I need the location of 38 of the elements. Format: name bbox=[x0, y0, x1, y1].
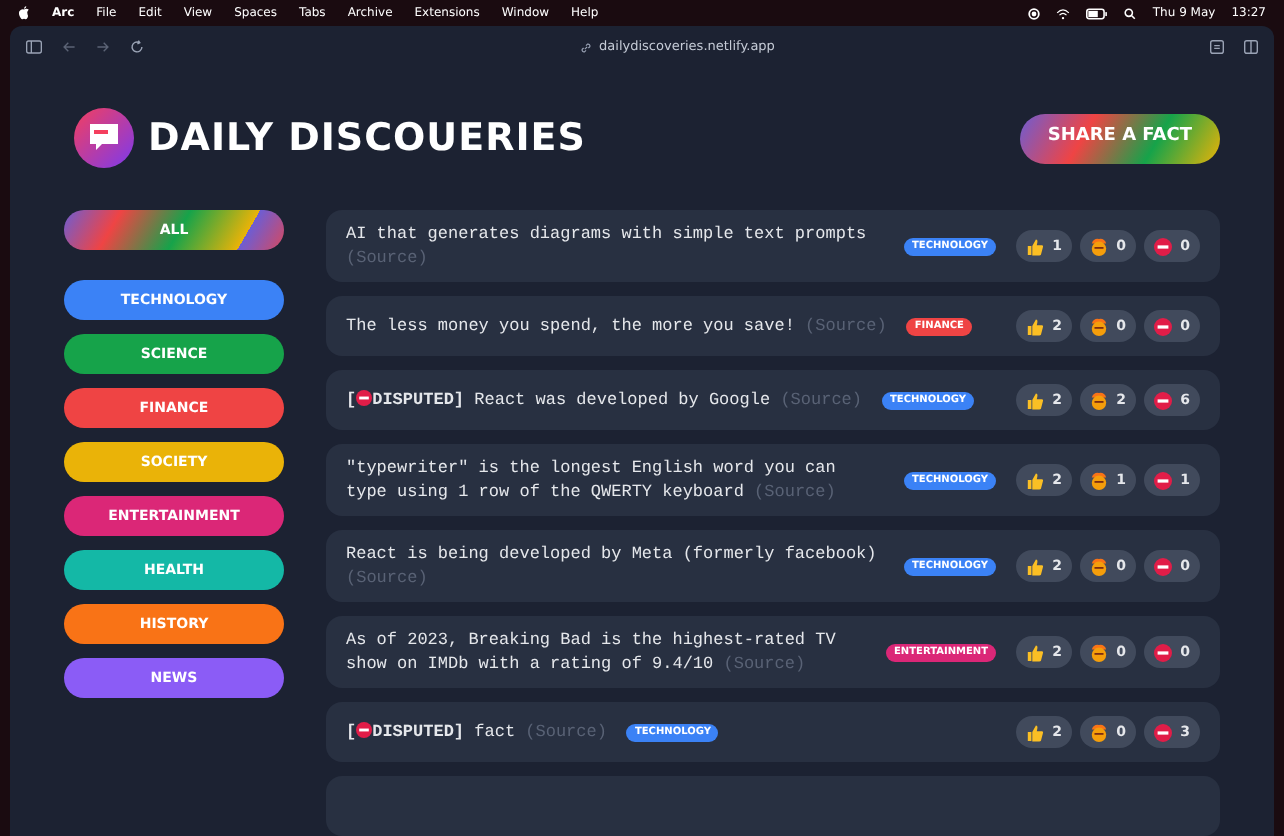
share-fact-button[interactable]: SHARE A FACT bbox=[1019, 113, 1220, 163]
no-entry-icon bbox=[1154, 643, 1173, 661]
wifi-icon[interactable] bbox=[1056, 7, 1071, 19]
no-entry-icon bbox=[1154, 471, 1173, 489]
sidebar-toggle-icon[interactable] bbox=[26, 40, 42, 54]
no-entry-icon bbox=[1154, 317, 1173, 335]
exploding-head-icon bbox=[1090, 557, 1109, 575]
thumbs-up-icon bbox=[1026, 237, 1045, 255]
battery-icon[interactable] bbox=[1086, 7, 1109, 19]
exploding-head-icon bbox=[1090, 391, 1109, 409]
thumbs-up-icon bbox=[1026, 391, 1045, 409]
no-entry-icon bbox=[1154, 557, 1173, 575]
no-entry-icon bbox=[356, 390, 373, 406]
exploding-head-icon bbox=[1090, 643, 1109, 661]
exploding-head-icon bbox=[1090, 723, 1109, 741]
thumbs-up-icon bbox=[1026, 643, 1045, 661]
no-entry-icon bbox=[356, 722, 373, 738]
app-title: DAILY DISCOUERIES bbox=[148, 113, 586, 164]
thumbs-up-icon bbox=[1026, 317, 1045, 335]
apple-logo-icon[interactable] bbox=[18, 6, 30, 20]
exploding-head-icon bbox=[1090, 471, 1109, 489]
speech-bubble-logo-icon bbox=[74, 108, 134, 168]
thumbs-up-icon bbox=[1026, 723, 1045, 741]
record-icon[interactable] bbox=[1028, 7, 1041, 19]
thumbs-up-icon bbox=[1026, 557, 1045, 575]
reader-icon[interactable] bbox=[1210, 40, 1224, 54]
thumbs-up-icon bbox=[1026, 471, 1045, 489]
forward-arrow-icon[interactable] bbox=[96, 40, 110, 54]
reload-icon[interactable] bbox=[130, 40, 144, 54]
search-icon[interactable] bbox=[1124, 7, 1137, 19]
exploding-head-icon bbox=[1090, 317, 1109, 335]
exploding-head-icon bbox=[1090, 237, 1109, 255]
no-entry-icon bbox=[1154, 237, 1173, 255]
no-entry-icon bbox=[1154, 723, 1173, 741]
split-view-icon[interactable] bbox=[1244, 40, 1258, 54]
back-arrow-icon[interactable] bbox=[62, 40, 76, 54]
link-icon bbox=[579, 41, 592, 53]
no-entry-icon bbox=[1154, 391, 1173, 409]
